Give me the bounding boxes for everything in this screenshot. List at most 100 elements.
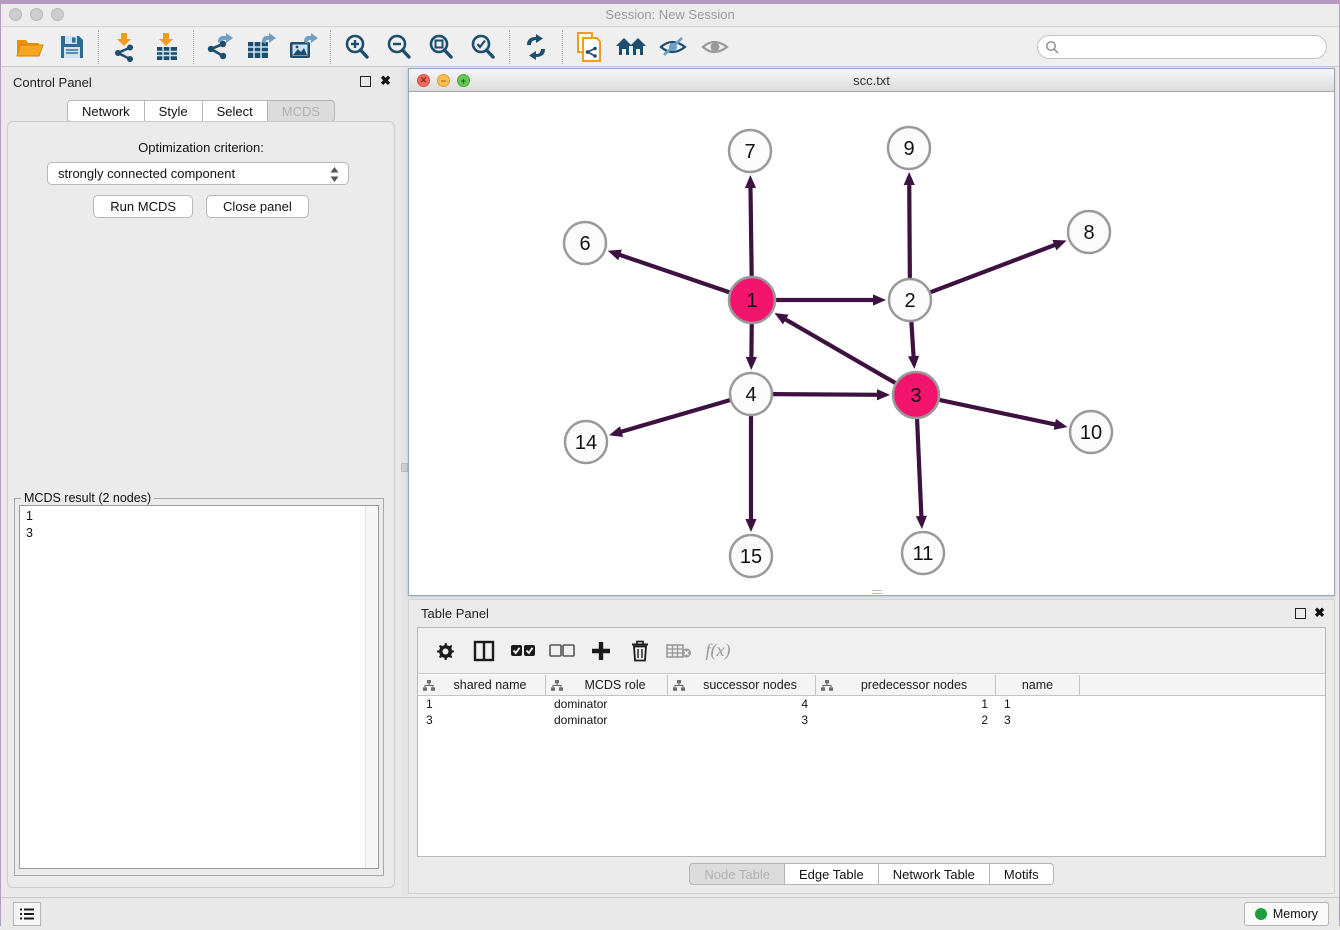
table-row[interactable]: 3dominator323 [418, 712, 1325, 728]
graph-edge-3-10[interactable] [939, 400, 1058, 425]
column-type-icon [673, 680, 685, 691]
table-cell[interactable]: 4 [668, 696, 816, 712]
zoom-out-icon[interactable] [378, 30, 420, 64]
delete-table-icon [664, 636, 694, 666]
column-header-successor-nodes[interactable]: successor nodes [668, 675, 816, 695]
vertical-splitter[interactable] [401, 68, 408, 896]
add-column-plus-icon[interactable] [586, 636, 616, 666]
network-resize-grip[interactable] [872, 590, 882, 594]
tab-style[interactable]: Style [145, 100, 203, 122]
export-table-icon[interactable] [241, 30, 283, 64]
search-input[interactable] [1037, 35, 1327, 59]
table-panel-tabs: Node TableEdge TableNetwork TableMotifs [409, 863, 1334, 885]
table-cell[interactable]: 1 [816, 696, 996, 712]
toolbar-separator [98, 30, 99, 64]
save-session-icon[interactable] [51, 30, 93, 64]
tab-mcds[interactable]: MCDS [268, 100, 335, 122]
optimization-criterion-select[interactable]: strongly connected component [47, 162, 349, 185]
chevron-up-down-icon [329, 166, 340, 183]
tab-motifs[interactable]: Motifs [990, 863, 1054, 885]
toolbar-separator [330, 30, 331, 64]
export-image-icon[interactable] [283, 30, 325, 64]
table-cell[interactable]: dominator [546, 712, 668, 728]
apply-layout-icon[interactable] [515, 30, 557, 64]
column-header-name[interactable]: name [996, 675, 1080, 695]
tab-network[interactable]: Network [67, 100, 145, 122]
optimization-criterion-label: Optimization criterion: [8, 140, 394, 155]
table-cell[interactable]: 3 [418, 712, 546, 728]
network-canvas[interactable]: 7968124314101511 [410, 93, 1333, 594]
graph-arrowhead-4-3 [877, 389, 890, 400]
table-cell[interactable]: 3 [996, 712, 1080, 728]
close-panel-button[interactable]: Close panel [206, 195, 309, 218]
tab-node-table[interactable]: Node Table [689, 863, 785, 885]
graph-edge-4-3[interactable] [773, 394, 881, 395]
table-row[interactable]: 1dominator411 [418, 696, 1325, 712]
close-panel-icon[interactable]: ✖ [380, 73, 391, 89]
zoom-in-icon[interactable] [336, 30, 378, 64]
tab-select[interactable]: Select [203, 100, 268, 122]
os-titlebar: Session: New Session [1, 4, 1339, 27]
splitter-grip[interactable] [401, 463, 408, 472]
graph-edge-2-3[interactable] [911, 322, 913, 360]
graph-edge-4-14[interactable] [618, 400, 730, 433]
graph-edge-2-9[interactable] [909, 181, 910, 278]
duplicate-network-icon[interactable] [568, 30, 610, 64]
delete-column-trash-icon[interactable] [625, 636, 655, 666]
graph-node-label-6: 6 [579, 233, 590, 255]
table-cell[interactable]: 1 [996, 696, 1080, 712]
show-hidden-eye-icon[interactable] [694, 30, 736, 64]
float-panel-icon[interactable] [360, 76, 371, 87]
graph-arrowhead-2-9 [904, 172, 915, 185]
network-graph: 7968124314101511 [410, 93, 1335, 596]
control-panel-tabs: NetworkStyleSelectMCDS [67, 100, 335, 122]
table-cell[interactable]: dominator [546, 696, 668, 712]
import-table-icon[interactable] [146, 30, 188, 64]
graph-node-label-3: 3 [910, 385, 921, 407]
split-view-icon[interactable] [469, 636, 499, 666]
graph-edge-2-8[interactable] [931, 244, 1059, 292]
table-header-row: shared nameMCDS rolesuccessor nodesprede… [418, 675, 1325, 696]
run-mcds-button[interactable]: Run MCDS [93, 195, 193, 218]
table-cell[interactable]: 3 [668, 712, 816, 728]
graph-node-label-4: 4 [745, 384, 756, 406]
column-settings-gear-icon[interactable] [430, 636, 460, 666]
table-cell[interactable]: 1 [418, 696, 546, 712]
tab-edge-table[interactable]: Edge Table [785, 863, 879, 885]
open-session-icon[interactable] [9, 30, 51, 64]
graph-node-label-10: 10 [1080, 422, 1102, 444]
graph-arrowhead-1-4 [746, 357, 757, 370]
export-network-icon[interactable] [199, 30, 241, 64]
zoom-selected-icon[interactable] [462, 30, 504, 64]
mcds-result-title: MCDS result (2 nodes) [21, 491, 154, 505]
hide-selected-eye-slash-icon[interactable] [652, 30, 694, 64]
column-type-icon [423, 680, 435, 691]
graph-edge-1-7[interactable] [750, 184, 751, 276]
column-header-MCDS-role[interactable]: MCDS role [546, 675, 668, 695]
task-history-button[interactable] [13, 902, 41, 926]
graph-edge-1-6[interactable] [616, 254, 729, 293]
network-view-window: ✕ − + scc.txt 7968124314101511 [408, 68, 1335, 596]
zoom-fit-icon[interactable] [420, 30, 462, 64]
result-scrollbar[interactable] [365, 506, 378, 868]
column-header-predecessor-nodes[interactable]: predecessor nodes [816, 675, 996, 695]
mcds-result-text[interactable]: 1 3 [19, 505, 379, 869]
graph-edge-3-11[interactable] [917, 419, 921, 520]
control-panel: Control Panel ✖ NetworkStyleSelectMCDS O… [1, 68, 401, 896]
network-window-titlebar[interactable]: ✕ − + scc.txt [409, 69, 1334, 92]
memory-button[interactable]: Memory [1244, 902, 1329, 926]
import-network-icon[interactable] [104, 30, 146, 64]
column-header-shared-name[interactable]: shared name [418, 675, 546, 695]
show-all-homes-icon[interactable] [610, 30, 652, 64]
close-table-panel-icon[interactable]: ✖ [1314, 605, 1325, 621]
toolbar-separator [562, 30, 563, 64]
deselect-all-columns-icon[interactable] [547, 636, 577, 666]
table-cell[interactable]: 2 [816, 712, 996, 728]
tab-network-table[interactable]: Network Table [879, 863, 990, 885]
table-toolbar: f(x) [418, 628, 1325, 674]
float-table-panel-icon[interactable] [1295, 608, 1306, 619]
node-table[interactable]: shared nameMCDS rolesuccessor nodesprede… [418, 675, 1325, 856]
graph-edge-3-1[interactable] [782, 318, 895, 383]
select-all-columns-icon[interactable] [508, 636, 538, 666]
graph-node-label-8: 8 [1083, 222, 1094, 244]
